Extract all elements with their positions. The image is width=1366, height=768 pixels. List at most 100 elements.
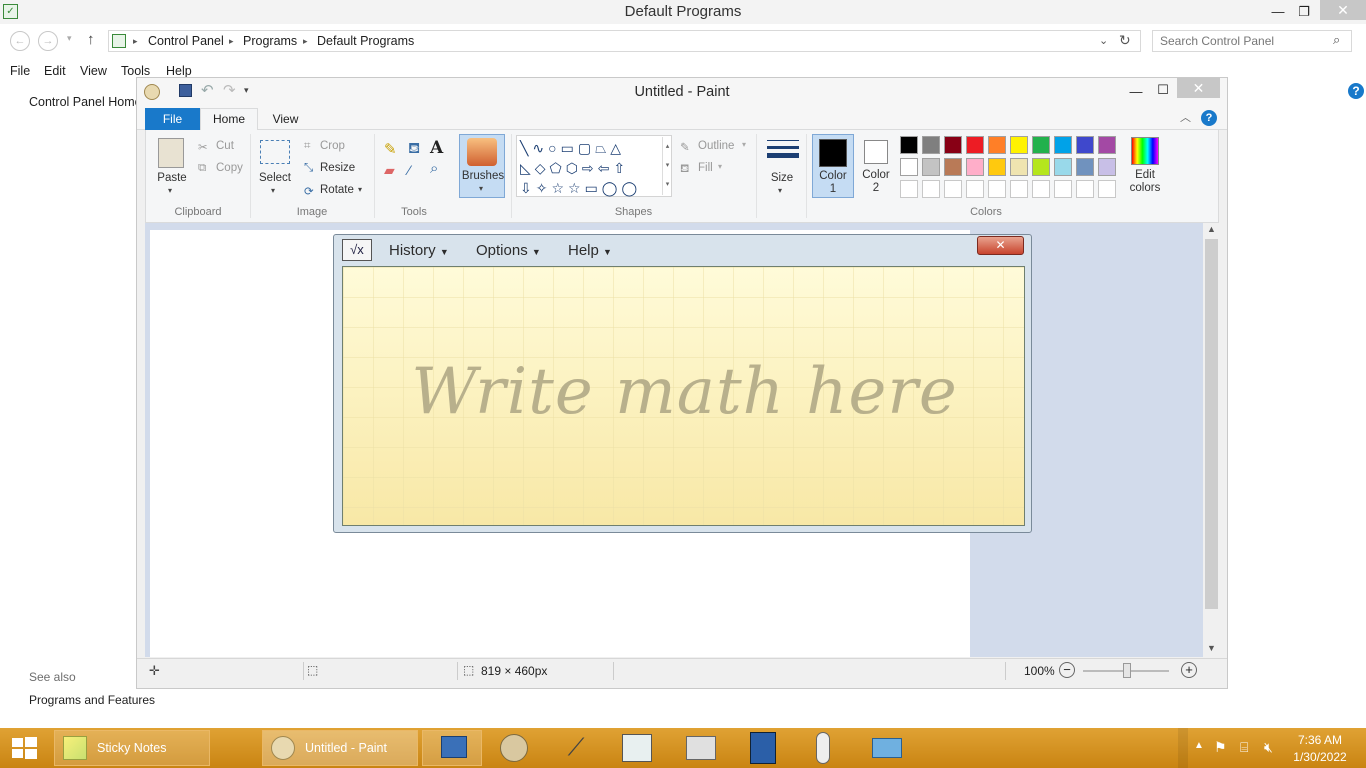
paint-maximize-button[interactable]: ☐ <box>1150 80 1176 100</box>
size-dropdown-icon[interactable]: ▾ <box>778 186 782 195</box>
paste-dropdown-icon[interactable]: ▾ <box>168 186 172 195</box>
fill-button[interactable]: Fill <box>698 162 713 174</box>
color-swatch[interactable] <box>1076 180 1094 198</box>
menu-view[interactable]: View <box>80 62 107 80</box>
math-input-panel-icon[interactable]: √x <box>342 239 372 261</box>
color-swatch[interactable] <box>944 180 962 198</box>
search-icon[interactable]: ⌕ <box>1333 32 1340 48</box>
vertical-scrollbar[interactable]: ▲ ▼ <box>1203 223 1220 657</box>
crop-button[interactable]: Crop <box>320 140 345 152</box>
scroll-up-icon[interactable]: ▲ <box>1207 224 1216 234</box>
math-writing-area[interactable]: Write math here <box>342 266 1025 526</box>
text-tool-icon[interactable]: A <box>430 138 443 158</box>
color-swatch[interactable] <box>1054 136 1072 154</box>
scroll-thumb[interactable] <box>1205 239 1218 609</box>
fill-dropdown-icon[interactable]: ▾ <box>718 162 722 171</box>
color-swatch[interactable] <box>1076 136 1094 154</box>
color-swatch[interactable] <box>988 136 1006 154</box>
speech-microphone-icon[interactable] <box>816 732 830 764</box>
close-button[interactable]: ✕ <box>1320 0 1366 20</box>
color-swatch[interactable] <box>1054 180 1072 198</box>
color-swatch[interactable] <box>966 136 984 154</box>
cut-button[interactable]: Cut <box>216 140 234 152</box>
menu-edit[interactable]: Edit <box>44 62 66 80</box>
math-menu-help[interactable]: Help ▼ <box>568 242 612 259</box>
color-swatch[interactable] <box>966 180 984 198</box>
breadcrumb-default-programs[interactable]: Default Programs <box>317 31 414 51</box>
action-center-flag-icon[interactable]: ⚑ <box>1214 739 1227 756</box>
taskbar-sticky-notes[interactable]: Sticky Notes <box>54 730 210 766</box>
color-swatch[interactable] <box>1032 136 1050 154</box>
forward-arrow-icon[interactable]: → <box>38 31 58 51</box>
breadcrumb-control-panel[interactable]: Control Panel <box>148 31 224 51</box>
address-dropdown-chevron-icon[interactable]: ⌄ <box>1099 34 1108 47</box>
minimize-button[interactable]: — <box>1265 2 1291 22</box>
paint-minimize-button[interactable]: — <box>1123 82 1149 102</box>
color-swatch[interactable] <box>944 158 962 176</box>
help-icon[interactable]: ? <box>1348 83 1364 99</box>
tab-view[interactable]: View <box>258 108 313 130</box>
breadcrumb-separator-icon[interactable]: ▸ <box>133 31 138 51</box>
color-swatch[interactable] <box>966 158 984 176</box>
select-dropdown-icon[interactable]: ▾ <box>271 186 275 195</box>
size-button[interactable]: Size ▾ <box>762 136 802 198</box>
color-swatch[interactable] <box>988 180 1006 198</box>
snipping-tool-icon[interactable] <box>500 734 528 762</box>
math-panel-close-button[interactable]: ✕ <box>977 236 1024 255</box>
color-swatch[interactable] <box>922 136 940 154</box>
recent-locations-chevron-icon[interactable]: ▾ <box>67 33 72 44</box>
color-swatch[interactable] <box>1076 158 1094 176</box>
color-swatch[interactable] <box>1054 158 1072 176</box>
copy-button[interactable]: Copy <box>216 162 243 174</box>
zoom-out-button[interactable]: − <box>1059 662 1075 678</box>
programs-and-features-link[interactable]: Programs and Features <box>29 693 155 707</box>
fill-bucket-icon[interactable]: ⛾ <box>408 140 420 159</box>
taskbar-pinned-app[interactable] <box>422 730 482 766</box>
show-hidden-icons-chevron-icon[interactable]: ▲ <box>1194 740 1204 751</box>
start-button[interactable] <box>10 736 38 760</box>
color-swatch[interactable] <box>1098 136 1116 154</box>
color-picker-icon[interactable]: ⁄ <box>408 162 410 178</box>
brushes-dropdown-icon[interactable]: ▾ <box>479 184 483 193</box>
back-arrow-icon[interactable]: ← <box>10 31 30 51</box>
file-manager-icon[interactable] <box>750 732 776 764</box>
shapes-scroll-icon[interactable]: ▴ ▾ ▾ <box>662 137 672 195</box>
zoom-slider-thumb[interactable] <box>1123 663 1131 678</box>
scroll-down-icon[interactable]: ▼ <box>1207 643 1216 653</box>
color-swatch[interactable] <box>1032 180 1050 198</box>
color-swatch[interactable] <box>1010 158 1028 176</box>
refresh-icon[interactable]: ↻ <box>1119 32 1131 49</box>
tab-home[interactable]: Home <box>200 108 258 131</box>
taskbar-paint[interactable]: Untitled - Paint <box>262 730 418 766</box>
menu-file[interactable]: File <box>10 62 30 80</box>
clock-date[interactable]: 1/30/2022 <box>1290 750 1350 764</box>
color-swatch[interactable] <box>1010 136 1028 154</box>
address-bar[interactable]: ▸ Control Panel ▸ Programs ▸ Default Pro… <box>108 30 1141 52</box>
color2-button[interactable]: Color 2 <box>856 134 898 198</box>
volume-muted-icon[interactable]: 🔇︎ <box>1264 739 1273 756</box>
shapes-gallery[interactable]: ╲∿○▭▢⏢△ ◺◇⬠⬡⇨⇦⇧ ⇩✧☆☆▭◯◯ ▴ ▾ ▾ <box>516 135 672 197</box>
brushes-button[interactable]: Brushes ▾ <box>459 134 505 198</box>
control-panel-home-link[interactable]: Control Panel Home <box>29 95 142 109</box>
color-swatch[interactable] <box>988 158 1006 176</box>
outline-button[interactable]: Outline <box>698 140 734 152</box>
eraser-icon[interactable]: ▰ <box>384 162 395 179</box>
color-swatch[interactable] <box>900 158 918 176</box>
up-arrow-icon[interactable]: ↑ <box>87 31 95 48</box>
pencil-icon[interactable]: ✎ <box>384 140 397 158</box>
paste-button[interactable]: Paste ▾ <box>152 136 192 198</box>
breadcrumb-programs[interactable]: Programs <box>243 31 297 51</box>
color-swatch[interactable] <box>900 180 918 198</box>
color-swatch[interactable] <box>1010 180 1028 198</box>
clock-time[interactable]: 7:36 AM <box>1290 733 1350 747</box>
color-swatch[interactable] <box>1098 180 1116 198</box>
breadcrumb-separator-icon[interactable]: ▸ <box>303 31 308 51</box>
color-swatch[interactable] <box>1098 158 1116 176</box>
search-control-panel-input[interactable]: Search Control Panel ⌕ <box>1152 30 1352 52</box>
color-swatch[interactable] <box>922 158 940 176</box>
color1-button[interactable]: Color 1 <box>812 134 854 198</box>
zoom-in-button[interactable]: + <box>1181 662 1197 678</box>
color-swatch[interactable] <box>1032 158 1050 176</box>
paint-close-button[interactable]: ✕ <box>1177 78 1220 98</box>
restore-button[interactable]: ❐ <box>1291 2 1317 22</box>
